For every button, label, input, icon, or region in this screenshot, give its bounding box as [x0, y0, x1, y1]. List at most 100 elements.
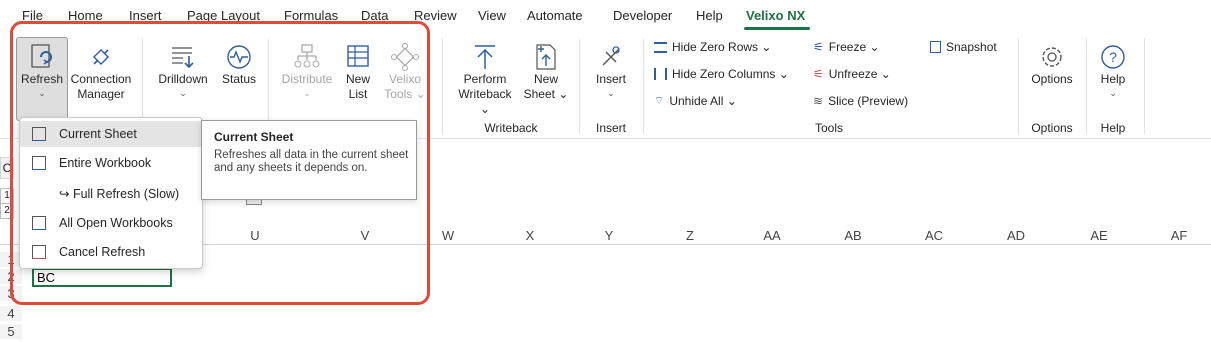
drilldown-button[interactable]: Drilldown ⌄ — [152, 42, 214, 99]
columns-icon — [654, 68, 667, 80]
unhide-all-label: Unhide All ⌄ — [669, 94, 737, 108]
column-header[interactable]: X — [520, 228, 540, 243]
group-separator — [1144, 38, 1145, 134]
active-cell[interactable]: BC — [32, 268, 172, 287]
new-list-icon — [347, 45, 369, 67]
options-label: Options — [1031, 72, 1073, 86]
tab-formulas[interactable]: Formulas — [284, 8, 338, 23]
tab-insert[interactable]: Insert — [129, 8, 162, 23]
column-header[interactable]: U — [245, 228, 265, 243]
new-sheet-label-2: Sheet ⌄ — [523, 87, 569, 101]
status-button[interactable]: Status — [218, 42, 260, 87]
menu-item-current-sheet[interactable]: Current Sheet — [20, 121, 202, 147]
column-header[interactable]: AE — [1086, 228, 1112, 243]
group-separator — [442, 38, 443, 134]
outline-level-2[interactable]: 2 — [0, 203, 14, 219]
refresh-all-icon — [32, 216, 46, 230]
ribbon-tab-bar: File Home Insert Page Layout Formulas Da… — [0, 0, 1211, 30]
slice-button[interactable]: ≋ Slice (Preview) — [813, 94, 908, 108]
velixo-tools-label-1: Velixo — [388, 72, 422, 86]
group-label-help: Help — [1100, 121, 1126, 135]
tooltip-body: Refreshes all data in the current sheet … — [214, 149, 409, 174]
drilldown-label: Drilldown — [158, 72, 208, 86]
new-list-button[interactable]: New List — [340, 42, 376, 102]
menu-item-cancel-refresh[interactable]: Cancel Refresh — [20, 239, 202, 265]
outline-level-1[interactable]: 1 — [0, 188, 14, 204]
hide-zero-columns-button[interactable]: Hide Zero Columns ⌄ — [654, 67, 789, 81]
tab-automate[interactable]: Automate — [527, 8, 583, 23]
slice-label: Slice (Preview) — [828, 94, 909, 108]
tab-review[interactable]: Review — [414, 8, 457, 23]
column-header[interactable]: AF — [1166, 228, 1192, 243]
menu-item-all-open-workbooks[interactable]: All Open Workbooks — [20, 210, 202, 236]
column-header[interactable]: AC — [921, 228, 947, 243]
new-list-label-1: New — [345, 72, 370, 86]
connection-manager-button[interactable]: Connection Manager — [70, 42, 132, 102]
tab-velixo-nx[interactable]: Velixo NX — [746, 8, 805, 23]
column-header[interactable]: W — [438, 228, 458, 243]
group-label-tools: Tools — [814, 121, 843, 135]
column-header[interactable]: AD — [1003, 228, 1029, 243]
refresh-button[interactable]: Refresh ⌄ — [16, 42, 68, 99]
eye-icon: ⌔ — [654, 95, 665, 107]
plug-icon — [92, 48, 110, 66]
row-header[interactable]: 5 — [0, 324, 22, 339]
tab-data[interactable]: Data — [361, 8, 388, 23]
tools-icon — [391, 43, 419, 71]
refresh-label: Refresh — [20, 72, 64, 86]
menu-item-entire-workbook[interactable]: Entire Workbook — [20, 150, 202, 176]
gear-icon — [1042, 47, 1062, 67]
tab-view[interactable]: View — [478, 8, 506, 23]
menu-item-label: Cancel Refresh — [59, 245, 146, 259]
hide-zero-rows-label: Hide Zero Rows ⌄ — [672, 40, 772, 54]
menu-item-full-refresh[interactable]: ↪ Full Refresh (Slow) — [20, 180, 202, 206]
rows-icon — [654, 41, 667, 53]
chevron-down-icon: ⌄ — [1109, 88, 1117, 98]
snapshot-label: Snapshot — [946, 40, 997, 54]
unfreeze-label: Unfreeze ⌄ — [828, 67, 891, 81]
new-sheet-button[interactable]: New Sheet ⌄ — [522, 42, 570, 102]
name-box[interactable]: C — [0, 157, 14, 179]
tooltip-title: Current Sheet — [214, 130, 294, 144]
hierarchy-icon — [294, 44, 320, 68]
column-header[interactable]: V — [355, 228, 375, 243]
tab-help[interactable]: Help — [696, 8, 723, 23]
freeze-icon: ⚟ — [813, 40, 824, 54]
snapshot-button[interactable]: Snapshot — [930, 40, 997, 54]
perform-writeback-button[interactable]: Perform Writeback ⌄ — [452, 42, 518, 117]
upload-arrow-icon — [475, 45, 495, 69]
insert-button[interactable]: Insert ⌄ — [588, 42, 634, 99]
group-label-insert: Insert — [595, 121, 626, 135]
group-separator — [1018, 38, 1019, 134]
layers-icon: ≋ — [813, 94, 824, 108]
row-header[interactable]: 4 — [0, 306, 22, 321]
row-header[interactable]: 3 — [0, 286, 22, 301]
freeze-button[interactable]: ⚟ Freeze ⌄ — [813, 40, 880, 54]
group-separator — [1086, 38, 1087, 134]
refresh-sheet-icon — [32, 127, 46, 141]
insert-label: Insert — [595, 72, 626, 86]
options-button[interactable]: Options — [1026, 42, 1078, 87]
row-header[interactable]: 2 — [0, 269, 22, 284]
group-label-writeback: Writeback — [484, 121, 538, 135]
perform-writeback-label-2: Writeback ⌄ — [458, 87, 512, 116]
column-header[interactable]: AA — [759, 228, 785, 243]
help-button[interactable]: ? Help ⌄ — [1092, 42, 1134, 99]
velixo-tools-label-2: Tools ⌄ — [384, 87, 426, 101]
column-header[interactable]: AB — [840, 228, 866, 243]
tab-page-layout[interactable]: Page Layout — [187, 8, 260, 23]
column-header[interactable]: Y — [599, 228, 619, 243]
tab-developer[interactable]: Developer — [613, 8, 672, 23]
hide-zero-rows-button[interactable]: Hide Zero Rows ⌄ — [654, 40, 771, 54]
connection-manager-label-1: Connection — [70, 72, 132, 86]
svg-text:?: ? — [1109, 49, 1117, 65]
unhide-all-button[interactable]: ⌔ Unhide All ⌄ — [654, 94, 737, 108]
tab-home[interactable]: Home — [68, 8, 103, 23]
unfreeze-button[interactable]: ⚟ Unfreeze ⌄ — [813, 67, 891, 81]
tab-file[interactable]: File — [22, 8, 43, 23]
velixo-tools-button[interactable]: Velixo Tools ⌄ — [384, 42, 426, 102]
column-header[interactable]: Z — [680, 228, 700, 243]
menu-item-label: All Open Workbooks — [59, 216, 173, 230]
distribute-button[interactable]: Distribute ⌄ — [276, 42, 338, 99]
refresh-icon — [31, 44, 52, 68]
